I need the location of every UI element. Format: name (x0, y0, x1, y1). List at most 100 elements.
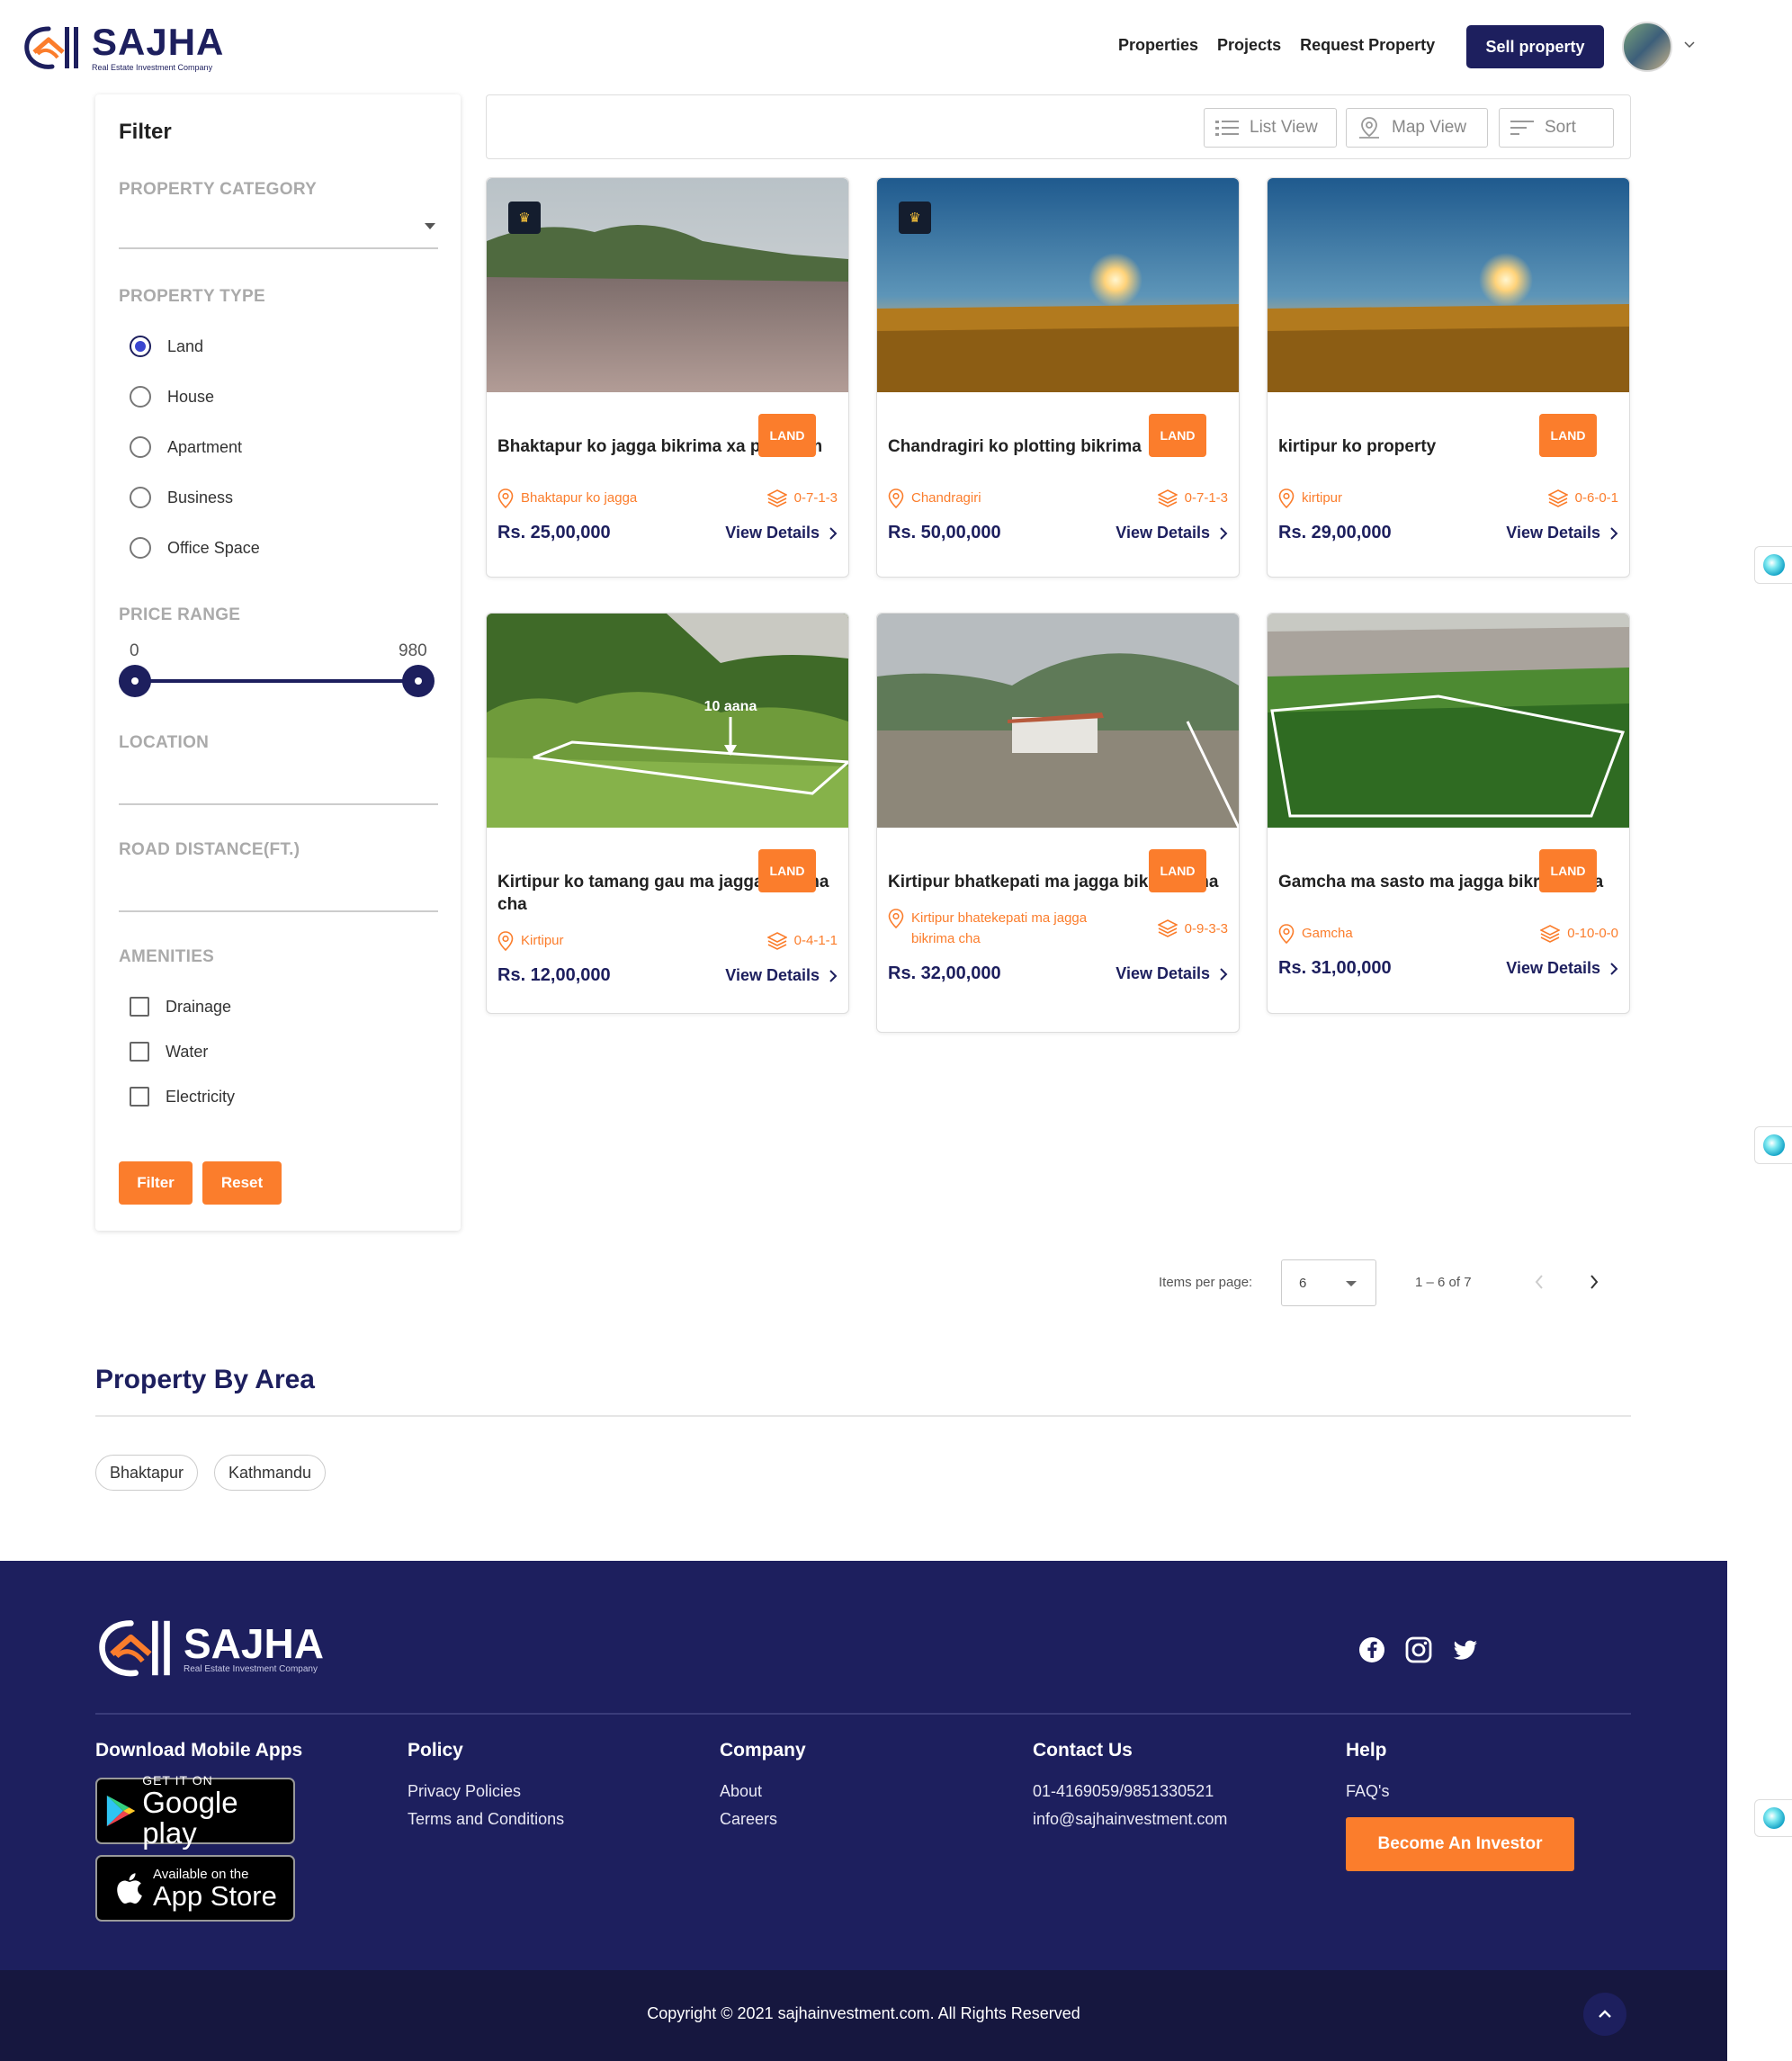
listing-location: Chandragiri (911, 490, 981, 506)
location-pin-icon (1278, 924, 1295, 944)
careers-link[interactable]: Careers (720, 1810, 777, 1829)
view-details-link[interactable]: View Details (1116, 964, 1228, 983)
property-image[interactable] (1268, 614, 1629, 828)
next-page-icon[interactable] (1589, 1274, 1599, 1290)
instagram-icon[interactable] (1405, 1636, 1432, 1663)
property-card[interactable]: LAND kirtipur ko property kirtipur 0-6-0… (1267, 177, 1630, 578)
page: SAJHA Real Estate Investment Company Pro… (0, 0, 1792, 2061)
amenity-electricity[interactable]: Electricity (130, 1087, 235, 1107)
price-max-handle[interactable] (402, 665, 435, 697)
become-investor-button[interactable]: Become An Investor (1346, 1817, 1574, 1871)
footer-logo[interactable]: SAJHA Real Estate Investment Company (95, 1613, 324, 1683)
land-photo (877, 178, 1239, 392)
terms-link[interactable]: Terms and Conditions (408, 1810, 564, 1829)
reset-button[interactable]: Reset (202, 1161, 282, 1205)
price-max-value: 980 (399, 641, 427, 660)
chevron-down-icon[interactable] (1684, 40, 1695, 50)
type-option-land[interactable]: Land (130, 336, 203, 357)
radio-button[interactable] (130, 336, 151, 357)
category-badge: LAND (1149, 849, 1206, 892)
property-image[interactable]: ♛ (487, 178, 848, 392)
view-details-link[interactable]: View Details (725, 524, 838, 542)
items-per-page-select[interactable]: 6 (1281, 1259, 1376, 1306)
radio-button[interactable] (130, 537, 151, 559)
type-option-business[interactable]: Business (130, 487, 233, 508)
property-image[interactable]: ♛ (877, 178, 1239, 392)
scroll-to-top-button[interactable] (1583, 1993, 1626, 2036)
property-image[interactable] (877, 614, 1239, 828)
filter-button[interactable]: Filter (119, 1161, 193, 1205)
property-image[interactable]: 10 aana (487, 614, 848, 828)
amenity-water[interactable]: Water (130, 1042, 208, 1062)
type-option-office-space[interactable]: Office Space (130, 537, 260, 559)
list-view-label: List View (1250, 118, 1318, 137)
listing-area: 0-9-3-3 (1184, 920, 1228, 936)
floating-widget[interactable] (1754, 1799, 1792, 1837)
view-details-link[interactable]: View Details (725, 966, 838, 985)
apple-icon (117, 1873, 142, 1904)
sell-property-button[interactable]: Sell property (1466, 25, 1604, 68)
floating-widget[interactable] (1754, 1126, 1792, 1164)
chevron-right-icon (829, 969, 838, 982)
prev-page-icon[interactable] (1534, 1274, 1545, 1290)
checkbox[interactable] (130, 997, 149, 1017)
property-image[interactable] (1268, 178, 1629, 392)
user-avatar[interactable] (1622, 22, 1672, 72)
layers-icon (1157, 488, 1178, 507)
location-input[interactable] (119, 757, 438, 802)
listing-location: Bhaktapur ko jagga (521, 490, 638, 506)
property-category-select[interactable] (119, 202, 438, 247)
view-details-link[interactable]: View Details (1506, 959, 1618, 978)
property-card[interactable]: ♛ LAND Bhaktapur ko jagga bikrima xa pre… (486, 177, 849, 578)
property-card[interactable]: 10 aana LAND Kirtipur ko tamang gau ma j… (486, 613, 849, 1014)
map-view-button[interactable]: Map View (1346, 108, 1488, 148)
brand-logo[interactable]: SAJHA Real Estate Investment Company (22, 22, 224, 74)
nav-request-property[interactable]: Request Property (1300, 36, 1435, 55)
view-details-link[interactable]: View Details (1506, 524, 1618, 542)
nav-properties[interactable]: Properties (1118, 36, 1198, 55)
google-play-button[interactable]: GET IT ON Google play (95, 1773, 295, 1849)
dropdown-caret-icon (1346, 1281, 1357, 1286)
footer-brand-tagline: Real Estate Investment Company (184, 1663, 318, 1674)
area-chip-bhaktapur[interactable]: Bhaktapur (95, 1455, 199, 1491)
location-pin-icon (888, 488, 904, 508)
type-option-apartment[interactable]: Apartment (130, 436, 242, 458)
contact-email[interactable]: info@sajhainvestment.com (1033, 1810, 1227, 1829)
list-view-button[interactable]: List View (1204, 108, 1337, 148)
sort-button[interactable]: Sort (1499, 108, 1614, 148)
facebook-icon[interactable] (1358, 1636, 1385, 1663)
sort-label: Sort (1545, 118, 1576, 137)
radio-button[interactable] (130, 436, 151, 458)
view-details-link[interactable]: View Details (1116, 524, 1228, 542)
type-option-house[interactable]: House (130, 386, 214, 408)
nav-projects[interactable]: Projects (1217, 36, 1281, 55)
area-chip-kathmandu[interactable]: Kathmandu (214, 1455, 327, 1491)
app-store-button[interactable]: Available on the App Store (95, 1855, 295, 1922)
faq-link[interactable]: FAQ's (1346, 1782, 1389, 1801)
copyright-text: Copyright © 2021 sajhainvestment.com. Al… (647, 2004, 1080, 2022)
chevron-right-icon (1610, 526, 1618, 540)
floating-widget[interactable] (1754, 546, 1792, 584)
price-slider-track[interactable] (135, 679, 421, 683)
amenity-drainage[interactable]: Drainage (130, 997, 231, 1017)
checkbox[interactable] (130, 1087, 149, 1107)
price-min-handle[interactable] (119, 665, 151, 697)
radio-button[interactable] (130, 487, 151, 508)
twitter-icon[interactable] (1452, 1636, 1479, 1663)
policy-title: Policy (408, 1740, 463, 1761)
about-link[interactable]: About (720, 1782, 762, 1801)
listing-price: Rs. 50,00,000 (888, 523, 1001, 542)
property-card[interactable]: LAND Gamcha ma sasto ma jagga bikrima ch… (1267, 613, 1630, 1014)
property-card[interactable]: ♛ LAND Chandragiri ko plotting bikrima C… (876, 177, 1240, 578)
listing-price: Rs. 12,00,000 (497, 965, 611, 985)
radio-button[interactable] (130, 386, 151, 408)
contact-phone[interactable]: 01-4169059/9851330521 (1033, 1782, 1214, 1801)
privacy-policies-link[interactable]: Privacy Policies (408, 1782, 521, 1801)
road-distance-input[interactable] (119, 864, 438, 909)
location-pin-icon (497, 931, 514, 951)
property-card[interactable]: LAND Kirtipur bhatkepati ma jagga bikrim… (876, 613, 1240, 1033)
price-range-label: PRICE RANGE (119, 605, 241, 624)
dropdown-caret-icon[interactable] (425, 223, 435, 229)
checkbox[interactable] (130, 1042, 149, 1062)
image-overlay-text: 10 aana (704, 699, 757, 714)
